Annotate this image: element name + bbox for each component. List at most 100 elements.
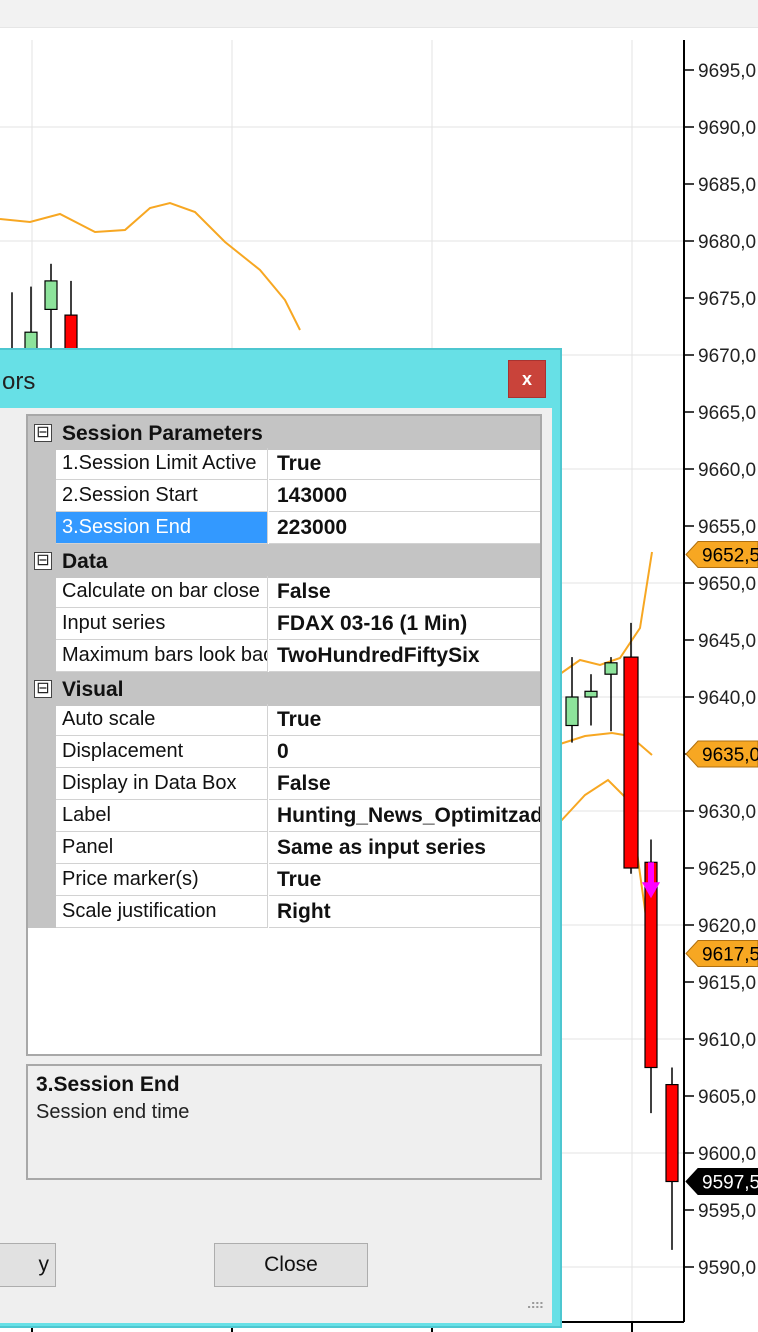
envelope-line xyxy=(559,551,653,675)
property-name[interactable]: 3.Session End xyxy=(56,512,268,544)
close-icon[interactable]: x xyxy=(508,360,546,398)
property-name[interactable]: Display in Data Box xyxy=(56,768,268,800)
property-row[interactable]: 1.Session Limit Active True xyxy=(28,448,540,480)
property-name[interactable]: Panel xyxy=(56,832,268,864)
row-gutter xyxy=(28,448,56,480)
price-tick-label: 9590,0 xyxy=(698,1258,756,1279)
property-name[interactable]: Label xyxy=(56,800,268,832)
row-gutter xyxy=(28,704,56,736)
price-marker-tag: 9652,5 xyxy=(685,541,758,568)
property-row[interactable]: Label Hunting_News_Optimitzado xyxy=(28,800,540,832)
category-row[interactable]: ⊟ Visual xyxy=(28,672,540,706)
property-name[interactable]: Maximum bars look back xyxy=(56,640,268,672)
row-gutter xyxy=(28,896,56,928)
property-value[interactable]: TwoHundredFiftySix xyxy=(269,640,540,672)
price-tick-label: 9615,0 xyxy=(698,973,756,994)
collapse-icon[interactable]: ⊟ xyxy=(34,424,52,442)
price-tick-label: 9655,0 xyxy=(698,517,756,538)
property-name[interactable]: Calculate on bar close xyxy=(56,576,268,608)
property-name[interactable]: Auto scale xyxy=(56,704,268,736)
property-row[interactable]: Scale justification Right xyxy=(28,896,540,928)
collapse-icon[interactable]: ⊟ xyxy=(34,552,52,570)
row-gutter xyxy=(28,736,56,768)
price-tick-label: 9595,0 xyxy=(698,1201,756,1222)
property-value[interactable]: FDAX 03-16 (1 Min) xyxy=(269,608,540,640)
price-tick-label: 9665,0 xyxy=(698,403,756,424)
apply-button[interactable]: y xyxy=(0,1243,56,1287)
property-value[interactable]: 0 xyxy=(269,736,540,768)
price-tick-label: 9640,0 xyxy=(698,688,756,709)
candle-body xyxy=(665,1083,679,1183)
price-tick-label: 9685,0 xyxy=(698,175,756,196)
row-gutter xyxy=(28,640,56,672)
property-value[interactable]: False xyxy=(269,768,540,800)
property-name[interactable]: 1.Session Limit Active xyxy=(56,448,268,480)
row-gutter xyxy=(28,832,56,864)
property-grid: ⊟ Session Parameters 1.Session Limit Activ… xyxy=(26,414,542,1056)
property-row[interactable]: Panel Same as input series xyxy=(28,832,540,864)
property-name[interactable]: Price marker(s) xyxy=(56,864,268,896)
dialog-title: ors xyxy=(2,368,36,395)
property-row[interactable]: Displacement 0 xyxy=(28,736,540,768)
category-row[interactable]: ⊟ Session Parameters xyxy=(28,416,540,450)
property-value[interactable]: Same as input series xyxy=(269,832,540,864)
envelope-line xyxy=(0,201,301,331)
collapse-icon[interactable]: ⊟ xyxy=(34,680,52,698)
property-value[interactable]: 223000 xyxy=(269,512,540,544)
property-value[interactable]: Right xyxy=(269,896,540,928)
price-tick-label: 9625,0 xyxy=(698,859,756,880)
property-name[interactable]: Displacement xyxy=(56,736,268,768)
category-row[interactable]: ⊟ Data xyxy=(28,544,540,578)
property-value[interactable]: True xyxy=(269,704,540,736)
category-label: Data xyxy=(62,550,108,573)
property-row[interactable]: Display in Data Box False xyxy=(28,768,540,800)
property-row[interactable]: 3.Session End 223000 xyxy=(28,512,540,544)
category-label: Session Parameters xyxy=(62,422,263,445)
property-row[interactable]: Price marker(s) True xyxy=(28,864,540,896)
property-row[interactable]: Input series FDAX 03-16 (1 Min) xyxy=(28,608,540,640)
price-tick-label: 9660,0 xyxy=(698,460,756,481)
property-row[interactable]: 2.Session Start 143000 xyxy=(28,480,540,512)
price-tick-label: 9630,0 xyxy=(698,802,756,823)
indicator-properties-dialog: ors x ⊟ Session Parameters 1.Session Limit… xyxy=(0,348,562,1328)
price-tick-label: 9670,0 xyxy=(698,346,756,367)
row-gutter xyxy=(28,608,56,640)
row-gutter xyxy=(28,800,56,832)
row-gutter xyxy=(28,512,56,544)
price-tick-label: 9600,0 xyxy=(698,1144,756,1165)
row-gutter xyxy=(28,768,56,800)
category-label: Visual xyxy=(62,678,124,701)
price-marker-tag: 9597,5 xyxy=(685,1168,758,1195)
property-value[interactable]: True xyxy=(269,864,540,896)
help-title: 3.Session End xyxy=(36,1073,180,1096)
candle-body xyxy=(584,690,598,698)
price-marker-label: 9635,0 xyxy=(702,745,758,766)
property-name[interactable]: 2.Session Start xyxy=(56,480,268,512)
property-name[interactable]: Scale justification xyxy=(56,896,268,928)
row-gutter xyxy=(28,576,56,608)
property-row[interactable]: Maximum bars look back TwoHundredFiftySix xyxy=(28,640,540,672)
help-description: Session end time xyxy=(36,1101,190,1123)
price-tick-label: 9605,0 xyxy=(698,1087,756,1108)
candle-body xyxy=(604,662,618,675)
property-help-panel: 3.Session End Session end time xyxy=(26,1064,542,1180)
property-value[interactable]: 143000 xyxy=(269,480,540,512)
candle-body xyxy=(565,696,579,727)
property-row[interactable]: Auto scale True xyxy=(28,704,540,736)
resize-grip-icon[interactable]: ⠴⠶ xyxy=(526,1296,544,1313)
close-button[interactable]: Close xyxy=(214,1243,368,1287)
price-tick-label: 9620,0 xyxy=(698,916,756,937)
price-marker-label: 9617,5 xyxy=(702,945,758,966)
property-value[interactable]: False xyxy=(269,576,540,608)
price-tick-label: 9610,0 xyxy=(698,1030,756,1051)
price-tick-label: 9645,0 xyxy=(698,631,756,652)
property-value[interactable]: True xyxy=(269,448,540,480)
price-tick-label: 9675,0 xyxy=(698,289,756,310)
price-tick-label: 9650,0 xyxy=(698,574,756,595)
dialog-body: ⊟ Session Parameters 1.Session Limit Activ… xyxy=(0,408,552,1323)
candle-body xyxy=(623,656,639,869)
property-row[interactable]: Calculate on bar close False xyxy=(28,576,540,608)
property-name[interactable]: Input series xyxy=(56,608,268,640)
property-value[interactable]: Hunting_News_Optimitzado xyxy=(269,800,540,832)
signal-arrow xyxy=(648,862,654,885)
